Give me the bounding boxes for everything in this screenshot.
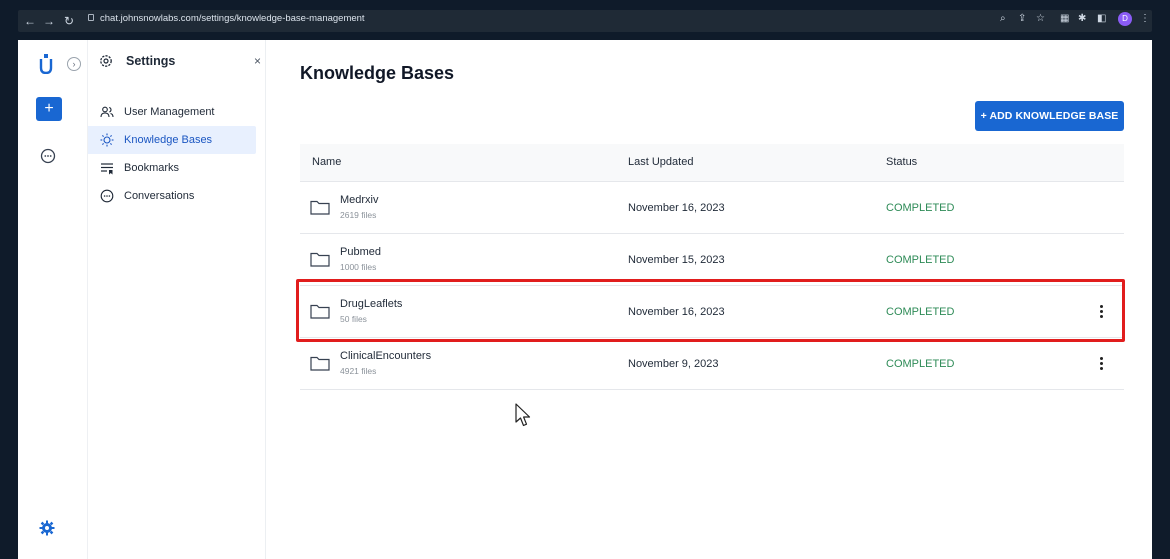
browser-menu-icon[interactable]: ⋮ xyxy=(1140,13,1150,24)
chat-icon[interactable] xyxy=(40,148,56,164)
column-header-name[interactable]: Name xyxy=(312,156,341,168)
menu-item-user-management[interactable]: User Management xyxy=(88,98,266,126)
kb-name[interactable]: ClinicalEncounters xyxy=(340,350,431,362)
mouse-cursor-icon xyxy=(515,403,531,427)
status-badge: COMPLETED xyxy=(886,202,955,214)
settings-gear-icon[interactable] xyxy=(39,520,55,536)
folder-icon xyxy=(310,304,330,319)
users-icon xyxy=(100,106,114,118)
kb-last-updated: November 9, 2023 xyxy=(628,358,719,370)
status-badge: COMPLETED xyxy=(886,254,955,266)
folder-icon xyxy=(310,200,330,215)
left-rail: › + xyxy=(18,40,88,559)
share-icon[interactable]: ⇪ xyxy=(1018,13,1026,24)
settings-menu: User Management Knowledge Bases Bookmark… xyxy=(88,98,266,210)
settings-title: Settings xyxy=(126,54,176,68)
main-content: Knowledge Bases + ADD KNOWLEDGE BASE Nam… xyxy=(266,40,1152,559)
puzzle-icon[interactable]: ✱ xyxy=(1078,13,1086,24)
kb-name[interactable]: Medrxiv xyxy=(340,194,379,206)
star-icon[interactable]: ☆ xyxy=(1036,13,1045,24)
kb-last-updated: November 15, 2023 xyxy=(628,254,725,266)
kb-file-count: 2619 files xyxy=(340,210,377,220)
column-header-status[interactable]: Status xyxy=(886,156,917,168)
bookmarks-icon xyxy=(101,163,113,175)
collapse-sidebar-icon[interactable]: › xyxy=(67,57,81,71)
folder-icon xyxy=(310,356,330,371)
settings-panel: Settings × User Management Knowledge Bas… xyxy=(88,40,266,559)
browser-chrome: ← → ↻ chat.johnsnowlabs.com/settings/kno… xyxy=(0,0,1170,44)
row-menu-icon[interactable] xyxy=(1096,355,1106,373)
column-header-last-updated[interactable]: Last Updated xyxy=(628,156,693,168)
kb-file-count: 4921 files xyxy=(340,366,377,376)
knowledge-base-table: Name Last Updated Status Medrxiv 2619 fi… xyxy=(300,144,1124,390)
app-window: › + Settings × User Management Knowledge… xyxy=(18,40,1152,559)
kb-last-updated: November 16, 2023 xyxy=(628,306,725,318)
menu-item-label: Knowledge Bases xyxy=(124,134,213,146)
kb-name[interactable]: Pubmed xyxy=(340,246,381,258)
menu-item-knowledge-bases[interactable]: Knowledge Bases xyxy=(88,126,256,154)
menu-item-conversations[interactable]: Conversations xyxy=(88,182,266,210)
bulb-icon xyxy=(100,133,114,147)
url-text[interactable]: chat.johnsnowlabs.com/settings/knowledge… xyxy=(88,13,365,24)
folder-icon xyxy=(310,252,330,267)
reload-icon[interactable]: ↻ xyxy=(64,13,74,29)
zoom-icon[interactable]: ⌕ xyxy=(1000,13,1006,24)
page-title: Knowledge Bases xyxy=(300,63,455,83)
menu-item-bookmarks[interactable]: Bookmarks xyxy=(88,154,266,182)
status-badge: COMPLETED xyxy=(886,358,955,370)
chat-icon xyxy=(100,189,114,203)
table-row[interactable]: DrugLeaflets 50 files November 16, 2023 … xyxy=(300,286,1124,338)
kb-last-updated: November 16, 2023 xyxy=(628,202,725,214)
menu-item-label: Conversations xyxy=(124,190,195,202)
profile-avatar[interactable]: D xyxy=(1118,12,1132,26)
new-chat-button[interactable]: + xyxy=(36,97,62,121)
add-knowledge-base-button[interactable]: + ADD KNOWLEDGE BASE xyxy=(975,101,1124,131)
back-icon[interactable]: ← xyxy=(24,13,36,29)
kb-file-count: 50 files xyxy=(340,314,367,324)
forward-icon[interactable]: → xyxy=(43,13,55,29)
logo-icon[interactable] xyxy=(39,54,53,74)
gear-icon xyxy=(100,55,112,67)
table-header: Name Last Updated Status xyxy=(300,144,1124,182)
row-menu-icon[interactable] xyxy=(1096,303,1106,321)
sidepanel-icon[interactable]: ◧ xyxy=(1097,13,1106,24)
settings-header: Settings × xyxy=(98,52,261,72)
menu-item-label: User Management xyxy=(124,106,215,118)
close-settings-icon[interactable]: × xyxy=(254,54,261,68)
extension-icon[interactable]: ▦ xyxy=(1060,13,1069,24)
table-row[interactable]: Pubmed 1000 files November 15, 2023 COMP… xyxy=(300,234,1124,286)
kb-file-count: 1000 files xyxy=(340,262,377,272)
table-row[interactable]: ClinicalEncounters 4921 files November 9… xyxy=(300,338,1124,390)
table-row[interactable]: Medrxiv 2619 files November 16, 2023 COM… xyxy=(300,182,1124,234)
status-badge: COMPLETED xyxy=(886,306,955,318)
kb-name[interactable]: DrugLeaflets xyxy=(340,298,402,310)
menu-item-label: Bookmarks xyxy=(124,162,180,174)
